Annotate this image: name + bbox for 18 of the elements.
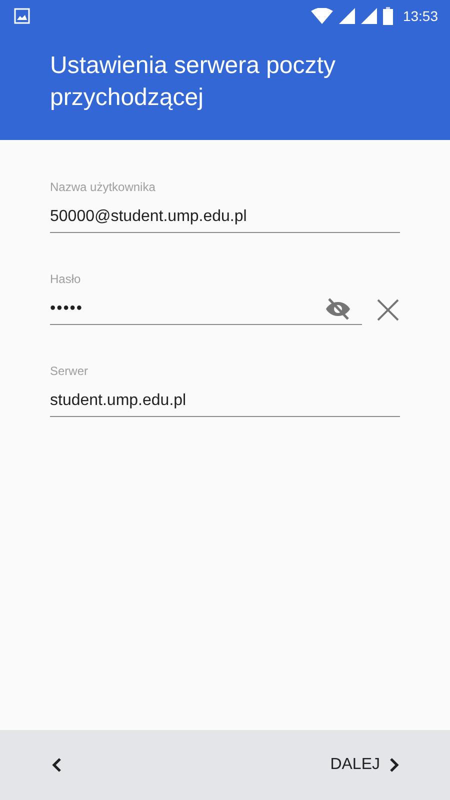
clear-button[interactable] bbox=[376, 298, 400, 322]
clock-text: 13:53 bbox=[402, 8, 438, 24]
back-button[interactable] bbox=[50, 756, 64, 774]
field-label: Hasło bbox=[50, 272, 81, 286]
screen-title: Ustawienia serwera poczty przychodzącej bbox=[50, 51, 336, 113]
field-label: Serwer bbox=[50, 364, 88, 378]
signal-icon bbox=[338, 8, 355, 24]
signal-icon bbox=[360, 8, 377, 24]
eye-off-icon[interactable] bbox=[324, 297, 352, 321]
chevron-right-icon bbox=[388, 756, 400, 774]
field-label: Nazwa użytkownika bbox=[50, 180, 156, 194]
wifi-icon bbox=[310, 8, 333, 24]
image-icon bbox=[14, 8, 30, 24]
input-field[interactable]: 50000@student.ump.edu.pl bbox=[50, 208, 400, 226]
next-button[interactable]: DALEJ bbox=[330, 756, 400, 774]
password-field[interactable]: ••••• bbox=[50, 300, 324, 318]
battery-icon bbox=[382, 7, 393, 25]
input-field[interactable]: student.ump.edu.pl bbox=[50, 392, 400, 410]
